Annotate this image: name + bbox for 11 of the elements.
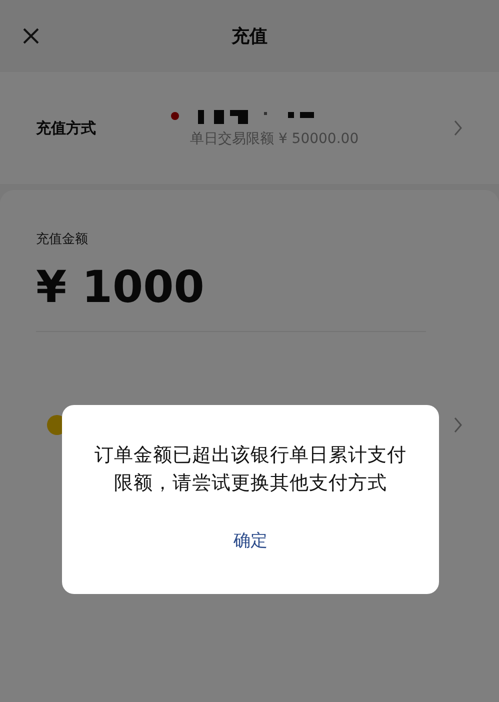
amount-value: ¥ 1000	[36, 262, 426, 332]
chevron-icon	[452, 416, 463, 434]
amount-label: 充值金额	[36, 231, 89, 248]
alert-message: 订单金额已超出该银行单日累计支付限额，请尝试更换其他支付方式	[94, 443, 408, 496]
limit-text: 单日交易限额 ¥ 50000.00	[189, 130, 360, 148]
close-icon[interactable]	[22, 27, 40, 45]
method-card[interactable]: 充值方式 单日交易限额 ¥ 50000.00	[0, 72, 499, 184]
confirm-button[interactable]: 确定	[220, 523, 282, 558]
page-title: 充值	[232, 25, 268, 48]
method-label: 充值方式	[36, 118, 97, 138]
chevron-icon	[452, 119, 463, 137]
